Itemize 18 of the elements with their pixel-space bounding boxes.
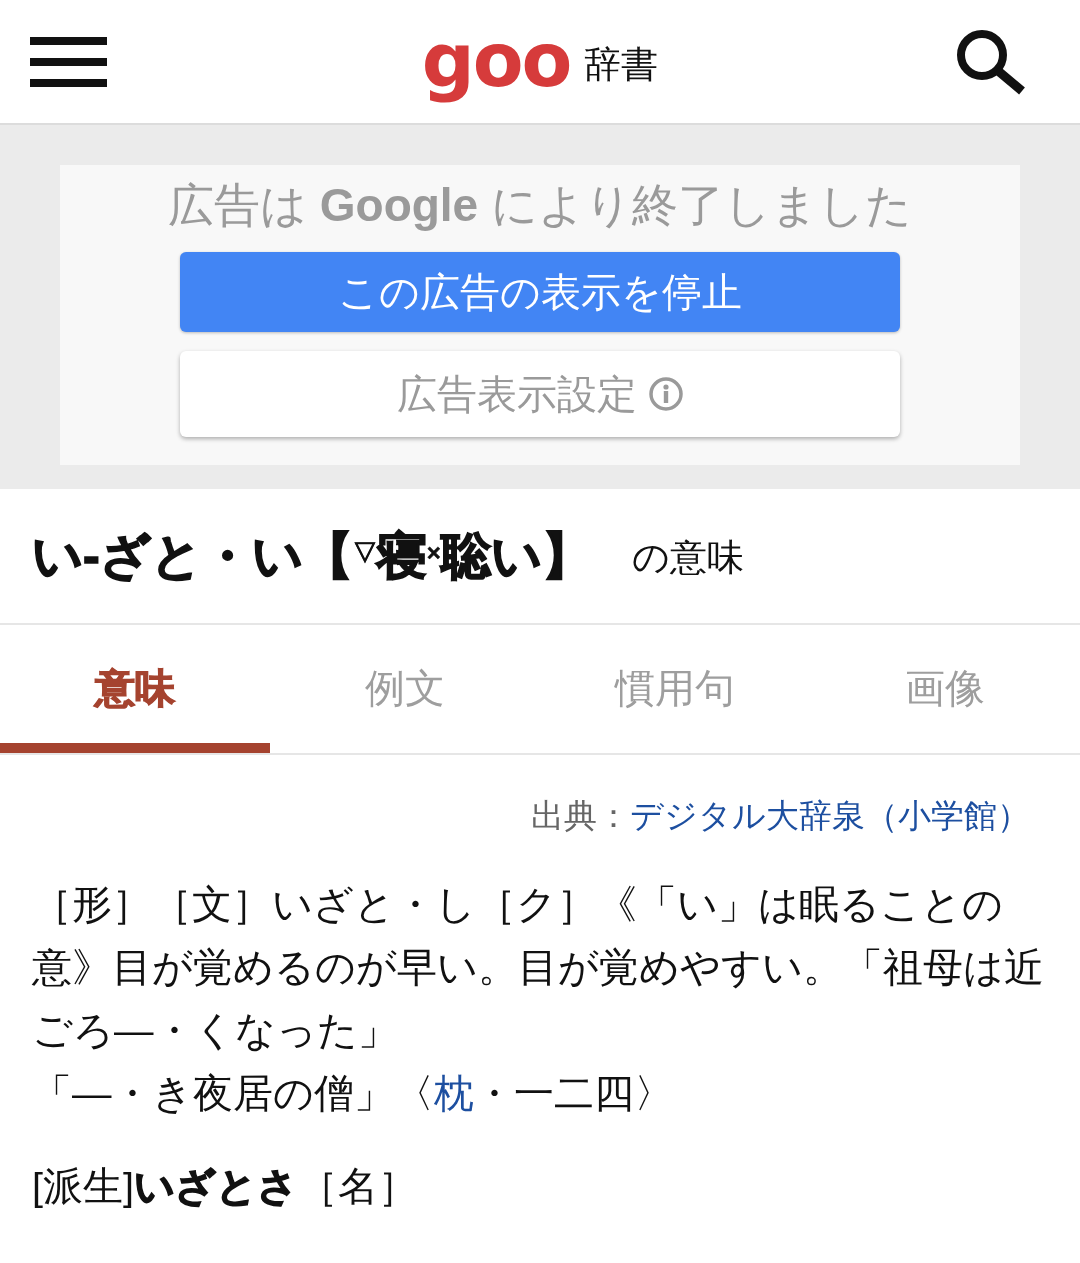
citation-link[interactable]: 枕	[433, 1071, 474, 1115]
tab[interactable]: 例文	[270, 625, 540, 753]
info-icon	[649, 377, 683, 411]
menu-icon[interactable]	[30, 36, 107, 87]
logo-subtitle: 辞書	[584, 42, 659, 87]
source-label: 出典：	[531, 796, 630, 836]
entry-title-suffix: の意味	[631, 536, 744, 580]
stop-ad-button[interactable]: この広告の表示を停止	[180, 252, 900, 332]
ad-status-text: 広告は Google により終了しました	[168, 178, 912, 233]
tab[interactable]: 画像	[810, 625, 1080, 753]
ad-settings-button[interactable]: 広告表示設定	[180, 351, 900, 437]
entry-title: い‐ざと・い【$^{▽}$寝$^{×}$聡い】	[32, 527, 592, 586]
derived-word-text: [派生]いざとさ［名］	[32, 1163, 419, 1210]
tab[interactable]: 慣用句	[540, 625, 810, 753]
definition-text: ［形］［文］いざと・し［ク］《「い」は眠ることの意》目が覚めるのが早い。目が覚めやすい。「祖母は近ごろ―・くなった」	[32, 881, 1045, 1054]
source-link[interactable]: デジタル大辞泉（小学館）	[630, 791, 1030, 841]
example-sentence: 「―・き夜居の僧」〈枕・一二四〉	[32, 1070, 675, 1117]
search-icon[interactable]	[955, 28, 1027, 95]
